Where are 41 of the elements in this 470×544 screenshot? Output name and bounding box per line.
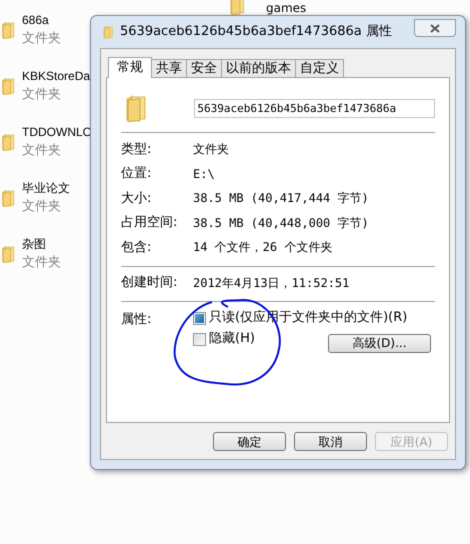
close-icon [430,24,440,32]
file-name[interactable]: 毕业论文 [22,179,70,198]
file-name[interactable]: 686a [22,11,61,30]
tab[interactable]: 共享 [151,59,187,77]
checkbox-label[interactable]: 隐藏(H) [209,329,255,349]
property-label: 创建时间: [121,274,178,292]
folder-icon [228,0,246,16]
property-value: 文件夹 [193,141,229,158]
close-button[interactable] [414,19,456,37]
property-value: 38.5 MB (40,448,000 字节) [193,214,369,232]
file-name[interactable]: KBKStoreDa [22,67,90,86]
property-value: 2012年4月13日，11:52:51 [193,274,350,292]
property-value: 38.5 MB (40,417,444 字节) [193,190,369,208]
property-value: E:\ [193,166,215,183]
property-label: 包含: [121,238,152,256]
property-value: 14 个文件，26 个文件夹 [193,239,332,256]
attributes-label: 属性: [121,310,152,328]
tab[interactable]: 安全 [186,59,222,77]
advanced-button[interactable]: 高级(D)... [328,334,431,352]
dialog-button[interactable]: 确定 [213,432,286,451]
property-label: 占用空间: [121,214,178,232]
folder-icon [102,24,114,40]
property-label: 类型: [121,140,152,158]
property-label: 位置: [121,165,152,183]
dialog-button[interactable]: 取消 [294,432,367,451]
file-name[interactable]: games [266,1,306,15]
window-title: 5639aceb6126b45b6a3bef1473686a 属性 [120,23,393,42]
checkbox[interactable] [193,332,206,346]
name-field[interactable]: 5639aceb6126b45b6a3bef1473686a [194,98,435,118]
property-label: 大小: [121,190,152,208]
file-name[interactable]: 杂图 [22,235,61,254]
file-type: 文件夹 [22,254,61,272]
file-type: 文件夹 [22,142,62,160]
tab[interactable]: 以前的版本 [221,59,296,77]
tab[interactable]: 自定义 [295,59,344,77]
file-type: 文件夹 [22,30,61,48]
file-type: 文件夹 [22,86,62,104]
checkbox[interactable] [193,312,206,324]
file-name[interactable]: TDDOWNLO [22,123,92,142]
tab[interactable]: 常规 [108,57,152,78]
file-type: 文件夹 [22,198,62,216]
